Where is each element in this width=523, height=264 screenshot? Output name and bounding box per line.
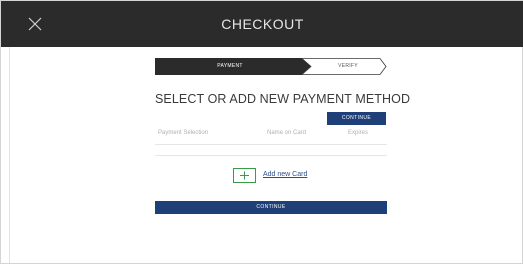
left-edge-divider [1, 47, 10, 263]
page-title: CHECKOUT [221, 16, 304, 32]
column-header-payment-selection: Payment Selection [158, 130, 209, 136]
plus-icon [240, 171, 249, 180]
table-row-divider [155, 155, 387, 156]
checkout-stepper: PAYMENT VERIFY [155, 58, 387, 75]
top-bar: CHECKOUT [1, 1, 523, 47]
step-payment: PAYMENT [217, 63, 243, 69]
table-header-divider [155, 144, 387, 145]
add-card-button[interactable] [233, 168, 256, 183]
add-new-card-link[interactable]: Add new Card [263, 171, 307, 178]
column-header-name-on-card: Name on Card [267, 130, 307, 136]
section-heading: SELECT OR ADD NEW PAYMENT METHOD [155, 92, 411, 106]
continue-button-top[interactable]: CONTINUE [327, 112, 386, 125]
continue-button-bottom[interactable]: CONTINUE [155, 201, 387, 214]
column-header-expires: Expires [348, 130, 369, 136]
step-verify: VERIFY [338, 63, 358, 69]
